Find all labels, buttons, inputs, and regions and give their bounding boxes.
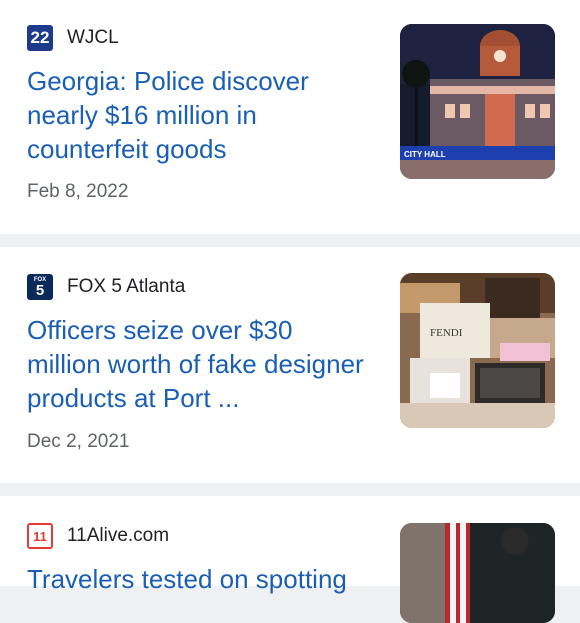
source-row: FOX 5 FOX 5 Atlanta bbox=[27, 274, 185, 300]
article-thumbnail[interactable] bbox=[400, 523, 555, 623]
source-name: FOX 5 Atlanta bbox=[67, 276, 186, 297]
article-thumbnail[interactable]: CITY HALL bbox=[400, 24, 555, 179]
news-feed: 22 WJCL Georgia: Police discover nearly … bbox=[0, 0, 580, 623]
thumbnail-caption: FENDI bbox=[430, 327, 463, 339]
article-date: Dec 2, 2021 bbox=[27, 431, 130, 452]
article-headline[interactable]: Travelers tested on spotting bbox=[27, 562, 372, 596]
article-headline[interactable]: Officers seize over $30 million worth of… bbox=[27, 313, 372, 415]
source-row: 22 WJCL bbox=[27, 25, 119, 51]
thumbnail-caption: CITY HALL bbox=[404, 150, 446, 159]
wjcl-logo-icon: 22 bbox=[27, 25, 53, 51]
news-card-11alive[interactable]: 11 11Alive.com Travelers tested on spott… bbox=[0, 496, 580, 623]
airport-officers-image bbox=[400, 523, 555, 623]
city-hall-image: CITY HALL bbox=[400, 24, 555, 179]
source-name: 11Alive.com bbox=[67, 525, 170, 546]
source-row: 11 11Alive.com bbox=[27, 523, 169, 549]
designer-goods-image: FENDI bbox=[400, 273, 555, 428]
11alive-logo-icon: 11 bbox=[27, 523, 53, 549]
article-headline[interactable]: Georgia: Police discover nearly $16 mill… bbox=[27, 64, 372, 166]
fox5-logo-icon: FOX 5 bbox=[27, 274, 53, 300]
article-date: Feb 8, 2022 bbox=[27, 181, 129, 202]
news-card-fox5[interactable]: FOX 5 FOX 5 Atlanta Officers seize over … bbox=[0, 247, 580, 483]
article-thumbnail[interactable]: FENDI bbox=[400, 273, 555, 428]
news-card-wjcl[interactable]: 22 WJCL Georgia: Police discover nearly … bbox=[0, 0, 580, 234]
source-name: WJCL bbox=[67, 27, 119, 48]
